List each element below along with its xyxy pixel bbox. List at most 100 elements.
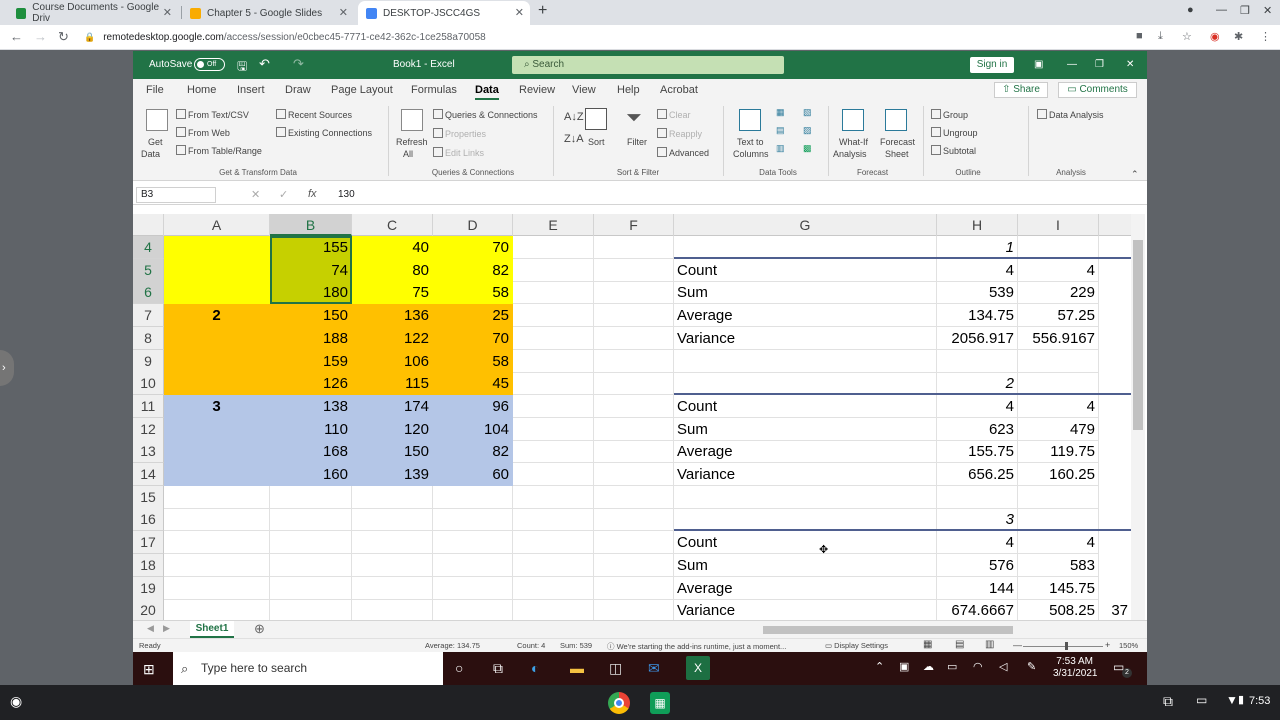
column-header-d[interactable]: D xyxy=(433,214,513,236)
horizontal-scroll-thumb[interactable] xyxy=(763,626,1013,634)
existing-connections-button[interactable]: Existing Connections xyxy=(276,127,372,138)
cell-b7[interactable]: 150 xyxy=(270,304,352,328)
text-to-columns-label2[interactable]: Columns xyxy=(733,149,769,159)
close-icon[interactable]: ✕ xyxy=(1126,59,1134,70)
cell-i17[interactable]: 4 xyxy=(1018,531,1099,555)
zoom-out-icon[interactable]: — xyxy=(1013,640,1022,650)
cell-b8[interactable]: 188 xyxy=(270,326,352,350)
group-button[interactable]: Group xyxy=(931,109,968,120)
get-data-button[interactable]: Get xyxy=(148,137,163,147)
file-explorer-icon[interactable]: ▬ xyxy=(570,660,584,676)
autosave-toggle[interactable]: Off xyxy=(194,58,225,71)
cell-b19[interactable] xyxy=(270,576,352,600)
cell-h6[interactable]: 539 xyxy=(937,281,1018,305)
cell-a13[interactable] xyxy=(164,440,270,464)
cell-i7[interactable]: 57.25 xyxy=(1018,304,1099,328)
row-header[interactable]: 5 xyxy=(133,258,164,282)
cell-e5[interactable] xyxy=(513,258,594,282)
row-header[interactable]: 13 xyxy=(133,440,164,464)
tab-insert[interactable]: Insert xyxy=(237,84,265,96)
cell-h16[interactable]: 3 xyxy=(937,508,1018,532)
column-header-b[interactable]: B xyxy=(270,214,352,236)
cell-g5[interactable]: Count xyxy=(674,258,937,282)
cell-d10[interactable]: 45 xyxy=(433,372,513,396)
cell-i5[interactable]: 4 xyxy=(1018,258,1099,282)
cell-e12[interactable] xyxy=(513,417,594,441)
minimize-icon[interactable]: — xyxy=(1216,4,1227,16)
cell-f9[interactable] xyxy=(594,349,674,373)
cell-b20[interactable] xyxy=(270,599,352,620)
cell-d19[interactable] xyxy=(433,576,513,600)
tab-view[interactable]: View xyxy=(572,84,596,96)
cell-a20[interactable] xyxy=(164,599,270,620)
taskbar-clock[interactable]: 7:53 AM 3/31/2021 xyxy=(1053,656,1098,680)
cell-e15[interactable] xyxy=(513,485,594,509)
add-sheet-icon[interactable]: ⊕ xyxy=(254,621,265,637)
cell-h17[interactable]: 4 xyxy=(937,531,1018,555)
cell-i10[interactable] xyxy=(1018,372,1099,396)
cell-d4[interactable]: 70 xyxy=(433,236,513,259)
properties-button[interactable]: Properties xyxy=(433,128,486,139)
row-header[interactable]: 12 xyxy=(133,417,164,441)
store-icon[interactable]: ◫ xyxy=(609,660,622,677)
row-header[interactable]: 10 xyxy=(133,372,164,396)
cell-c14[interactable]: 139 xyxy=(352,463,433,486)
row-header[interactable]: 17 xyxy=(133,531,164,555)
spreadsheet-grid[interactable]: ABCDEFGHI 4 155 40 70 1 5 74 80 82 Count 4 4 6 180 75 5… xyxy=(133,214,1147,620)
cell-c20[interactable] xyxy=(352,599,433,620)
remove-duplicates-icon[interactable]: ▤ xyxy=(776,125,785,136)
star-icon[interactable]: ☆ xyxy=(1182,30,1192,43)
cell-i19[interactable]: 145.75 xyxy=(1018,576,1099,600)
cell-f7[interactable] xyxy=(594,304,674,328)
flash-fill-icon[interactable]: ▦ xyxy=(776,107,785,118)
cell-d14[interactable]: 60 xyxy=(433,463,513,486)
cell-d6[interactable]: 58 xyxy=(433,281,513,305)
data-model-icon[interactable]: ▩ xyxy=(803,143,812,154)
display-settings[interactable]: ▭ Display Settings xyxy=(825,641,888,650)
excel-taskbar-icon[interactable]: X xyxy=(686,656,710,680)
data-analysis-button[interactable]: Data Analysis xyxy=(1037,109,1104,120)
cell-g19[interactable]: Average xyxy=(674,576,937,600)
chrome-icon[interactable] xyxy=(608,692,630,714)
tab-help[interactable]: Help xyxy=(617,84,640,96)
cell-g10[interactable] xyxy=(674,372,937,396)
cell-i15[interactable] xyxy=(1018,485,1099,509)
cell-b10[interactable]: 126 xyxy=(270,372,352,396)
cell-h11[interactable]: 4 xyxy=(937,394,1018,418)
extension-icon[interactable]: ◉ xyxy=(1210,30,1220,43)
redo-icon[interactable]: ↷ xyxy=(293,56,304,72)
cell-d5[interactable]: 82 xyxy=(433,258,513,282)
cell-a5[interactable] xyxy=(164,258,270,282)
cell-e13[interactable] xyxy=(513,440,594,464)
cell-i20[interactable]: 508.25 xyxy=(1018,599,1099,620)
zoom-slider-thumb[interactable] xyxy=(1065,642,1068,650)
enter-icon[interactable]: ✓ xyxy=(279,188,288,201)
cell-f12[interactable] xyxy=(594,417,674,441)
row-header[interactable]: 9 xyxy=(133,349,164,373)
cell-e9[interactable] xyxy=(513,349,594,373)
clear-button[interactable]: Clear xyxy=(657,109,691,120)
menu-icon[interactable]: ⋮ xyxy=(1260,30,1271,43)
cell-c13[interactable]: 150 xyxy=(352,440,433,464)
row-header[interactable]: 15 xyxy=(133,485,164,509)
cell-f14[interactable] xyxy=(594,463,674,486)
cell-g15[interactable] xyxy=(674,485,937,509)
undo-icon[interactable]: ↶ xyxy=(259,56,270,72)
install-icon[interactable]: ⤓ xyxy=(1158,30,1163,43)
cell-d9[interactable]: 58 xyxy=(433,349,513,373)
cell-e20[interactable] xyxy=(513,599,594,620)
cell-i9[interactable] xyxy=(1018,349,1099,373)
search-box[interactable]: ⌕ Search xyxy=(512,56,784,74)
cell-g18[interactable]: Sum xyxy=(674,553,937,577)
forward-icon[interactable]: → xyxy=(34,29,47,44)
close-icon[interactable]: ✕ xyxy=(163,6,172,19)
cell-i18[interactable]: 583 xyxy=(1018,553,1099,577)
cell-h8[interactable]: 2056.917 xyxy=(937,326,1018,350)
battery-icon[interactable]: ▭ xyxy=(947,660,957,673)
consolidate-icon[interactable]: ▧ xyxy=(803,107,812,118)
windows-start-icon[interactable]: ⊞ xyxy=(143,661,155,678)
cell-g17[interactable]: Count xyxy=(674,531,937,555)
edge-icon[interactable]: ◐ xyxy=(531,660,539,676)
sheet-tab[interactable]: Sheet1 xyxy=(190,621,234,638)
camera-icon[interactable]: ■ xyxy=(1136,30,1143,42)
